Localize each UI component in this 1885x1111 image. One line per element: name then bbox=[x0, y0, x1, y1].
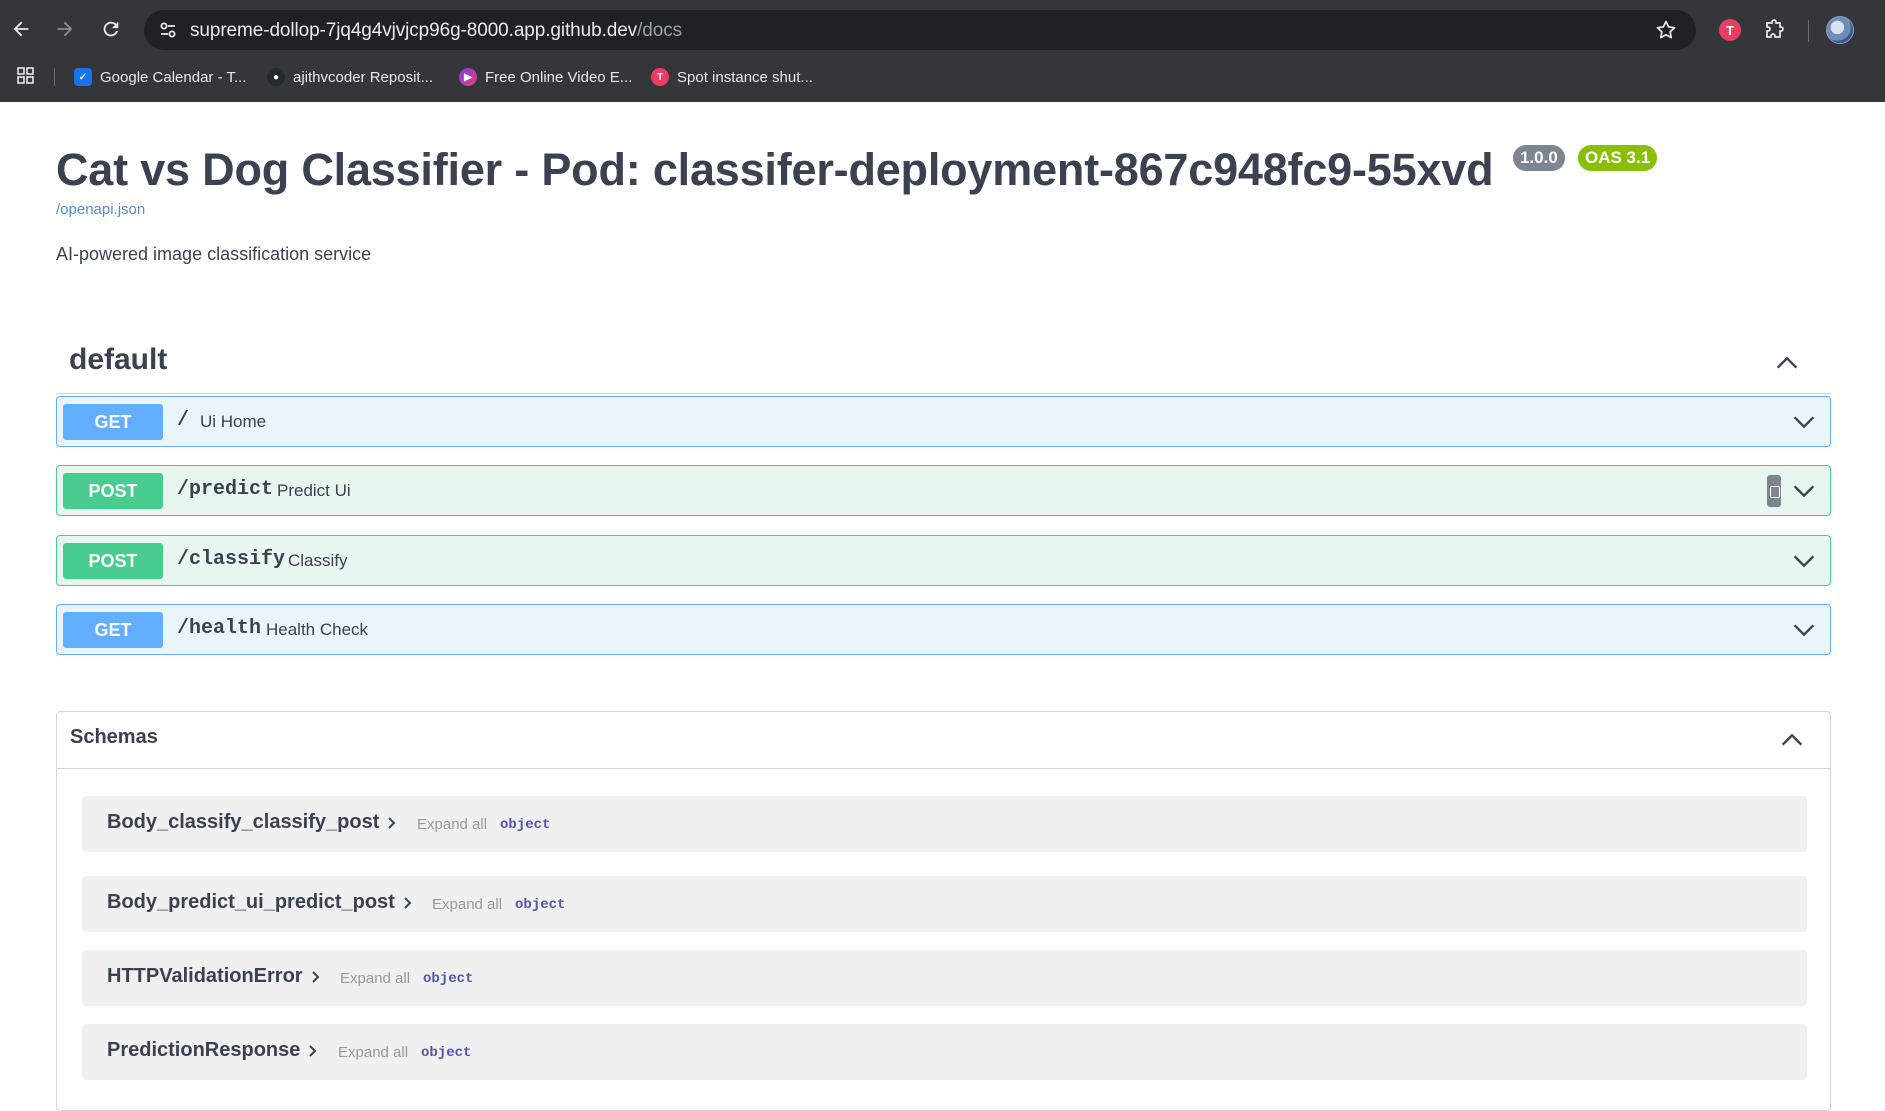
operation-path: /classify bbox=[177, 548, 286, 571]
expand-all-link[interactable]: Expand all bbox=[417, 816, 487, 833]
browser-chrome: supreme-dollop-7jq4g4vjvjcp96g-8000.app.… bbox=[0, 0, 1885, 102]
schemas-title: Schemas bbox=[70, 726, 158, 748]
method-badge: GET bbox=[63, 612, 163, 648]
reload-button[interactable] bbox=[94, 12, 128, 46]
page-title: Cat vs Dog Classifier - Pod: classifer-d… bbox=[56, 144, 1494, 195]
forward-button[interactable] bbox=[48, 12, 82, 46]
schema-model[interactable]: HTTPValidationError Expand all object bbox=[82, 950, 1807, 1006]
bookmark-video-editor[interactable]: ▶ Free Online Video E... bbox=[459, 66, 632, 88]
chevron-down-icon[interactable] bbox=[1790, 547, 1818, 575]
bookmarks-bar: ✓ Google Calendar - T... ● ajithvcoder R… bbox=[0, 62, 1885, 92]
api-description: AI-powered image classification service bbox=[56, 244, 372, 264]
extension-t-icon: T bbox=[1719, 19, 1741, 41]
bookmark-label: Google Calendar - T... bbox=[100, 68, 247, 86]
chevron-down-icon[interactable] bbox=[1790, 616, 1818, 644]
toolbar-separator bbox=[1808, 20, 1809, 42]
chevron-up-icon[interactable] bbox=[1773, 349, 1801, 377]
bookmark-star-icon[interactable] bbox=[1654, 18, 1678, 42]
chevron-right-icon bbox=[309, 1044, 317, 1057]
bookmark-google-calendar[interactable]: ✓ Google Calendar - T... bbox=[74, 66, 246, 88]
url-path: /docs bbox=[637, 20, 683, 41]
model-title: PredictionResponse bbox=[107, 1039, 301, 1061]
operation-get-health[interactable]: GET /health Health Check bbox=[56, 604, 1831, 655]
model-name[interactable]: HTTPValidationError bbox=[107, 965, 323, 988]
bookmark-label: Free Online Video E... bbox=[485, 68, 633, 86]
extension-t-button[interactable]: T bbox=[1716, 16, 1744, 44]
tag-section-default[interactable]: default bbox=[56, 334, 1831, 394]
model-name[interactable]: Body_classify_classify_post bbox=[107, 811, 399, 834]
model-name[interactable]: PredictionResponse bbox=[107, 1039, 320, 1062]
arrow-left-icon bbox=[13, 21, 29, 37]
operation-summary: Classify bbox=[288, 551, 348, 570]
apps-grid-icon[interactable] bbox=[16, 66, 36, 86]
operation-path: /health bbox=[177, 617, 262, 640]
schema-model[interactable]: Body_predict_ui_predict_post Expand all … bbox=[82, 876, 1807, 932]
model-name[interactable]: Body_predict_ui_predict_post bbox=[107, 891, 415, 914]
github-icon: ● bbox=[267, 68, 285, 86]
chevron-right-icon bbox=[404, 896, 412, 909]
swagger-page: Cat vs Dog Classifier - Pod: classifer-d… bbox=[0, 102, 1885, 1111]
calendar-icon: ✓ bbox=[74, 68, 92, 86]
url-host: supreme-dollop-7jq4g4vjvjcp96g-8000.app.… bbox=[190, 20, 638, 41]
chevron-up-icon[interactable] bbox=[1778, 726, 1806, 754]
bookmark-github-repo[interactable]: ● ajithvcoder Reposit... bbox=[267, 66, 433, 88]
operation-summary: Predict Ui bbox=[277, 481, 351, 500]
schema-model[interactable]: Body_classify_classify_post Expand all o… bbox=[82, 796, 1807, 852]
method-badge: GET bbox=[63, 404, 163, 440]
model-type: object bbox=[423, 971, 474, 987]
bookmark-spot-instance[interactable]: T Spot instance shut... bbox=[651, 66, 813, 88]
extensions-button[interactable] bbox=[1760, 16, 1788, 44]
bookmark-label: Spot instance shut... bbox=[677, 68, 813, 86]
operation-get-root[interactable]: GET / Ui Home bbox=[56, 396, 1831, 447]
model-type: object bbox=[515, 897, 566, 913]
expand-all-link[interactable]: Expand all bbox=[340, 970, 410, 987]
oas-badge: OAS 3.1 bbox=[1578, 145, 1658, 171]
model-title: HTTPValidationError bbox=[107, 965, 303, 987]
back-button[interactable] bbox=[4, 12, 38, 46]
chevron-right-icon bbox=[388, 816, 396, 829]
operation-summary: Health Check bbox=[266, 620, 369, 639]
chevron-down-icon[interactable] bbox=[1790, 408, 1818, 436]
expand-all-link[interactable]: Expand all bbox=[432, 896, 502, 913]
site-settings-icon[interactable] bbox=[156, 18, 180, 42]
avatar bbox=[1826, 16, 1854, 44]
video-editor-icon: ▶ bbox=[459, 68, 477, 86]
version-badge: 1.0.0 bbox=[1513, 145, 1565, 171]
arrow-right-icon bbox=[57, 21, 73, 37]
expand-all-link[interactable]: Expand all bbox=[338, 1044, 408, 1061]
model-type: object bbox=[421, 1045, 472, 1061]
operation-path: /predict bbox=[177, 478, 274, 501]
operation-summary: Ui Home bbox=[200, 412, 267, 431]
profile-button[interactable] bbox=[1826, 16, 1854, 44]
operation-post-classify[interactable]: POST /classify Classify bbox=[56, 535, 1831, 586]
method-badge: POST bbox=[63, 543, 163, 579]
method-badge: POST bbox=[63, 473, 163, 509]
chevron-down-icon[interactable] bbox=[1790, 477, 1818, 505]
bookmarks-separator bbox=[54, 68, 55, 86]
chevron-right-icon bbox=[311, 970, 320, 983]
model-title: Body_classify_classify_post bbox=[107, 811, 380, 833]
schemas-header[interactable]: Schemas bbox=[57, 712, 1830, 769]
puzzle-icon bbox=[1766, 19, 1784, 38]
model-title: Body_predict_ui_predict_post bbox=[107, 891, 395, 913]
schemas-section: Schemas Body_classify_classify_post Expa… bbox=[56, 711, 1831, 1111]
openapi-json-link[interactable]: /openapi.json bbox=[56, 201, 145, 218]
url-text: supreme-dollop-7jq4g4vjvjcp96g-8000.app.… bbox=[190, 20, 682, 42]
tag-title: default bbox=[69, 343, 168, 376]
bookmark-label: ajithvcoder Reposit... bbox=[293, 68, 434, 86]
model-type: object bbox=[500, 817, 551, 833]
operation-post-predict[interactable]: POST /predict Predict Ui bbox=[56, 465, 1831, 516]
operation-path: / bbox=[177, 409, 190, 432]
copy-icon[interactable] bbox=[1767, 475, 1781, 507]
schema-model[interactable]: PredictionResponse Expand all object bbox=[82, 1024, 1807, 1080]
address-bar[interactable]: supreme-dollop-7jq4g4vjvjcp96g-8000.app.… bbox=[144, 10, 1696, 50]
spot-icon: T bbox=[651, 68, 669, 86]
reload-icon bbox=[103, 21, 119, 37]
